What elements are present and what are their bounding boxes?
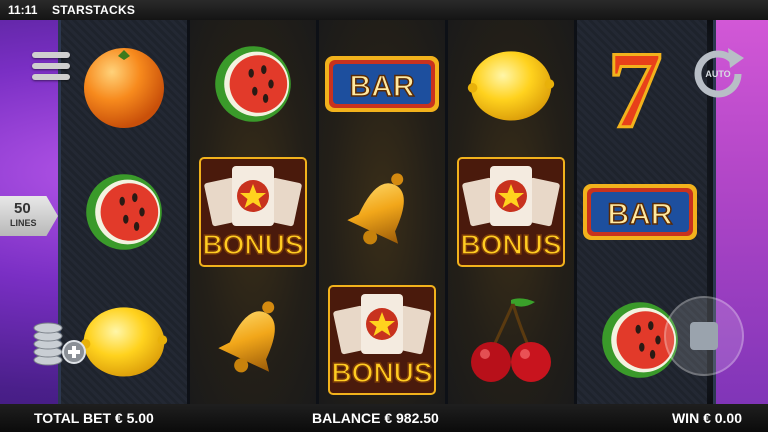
cherry-icon [471, 298, 551, 382]
symbol-watermelon [61, 148, 187, 276]
win-amount: WIN € 0.00 [671, 410, 742, 426]
bet-coins-button[interactable] [28, 322, 88, 370]
autoplay-icon: AUTO [694, 48, 744, 98]
symbol-watermelon [190, 20, 316, 148]
orange-icon [84, 48, 164, 128]
autoplay-label: AUTO [705, 69, 730, 79]
bar-text: BAR [350, 70, 415, 103]
symbol-orange [61, 20, 187, 148]
menu-icon [32, 52, 70, 58]
bar-icon: BAR [325, 56, 439, 112]
symbol-bar: BAR [577, 148, 703, 276]
stop-icon [690, 322, 718, 350]
total-bet: TOTAL BET € 5.00 [34, 410, 154, 426]
reel-3: BAR BONUS [319, 20, 448, 404]
spin-button[interactable] [664, 296, 744, 376]
seven-text: 7 [608, 29, 663, 139]
reel-2: BONUS [190, 20, 319, 404]
symbol-lemon [448, 20, 574, 148]
symbol-bonus: BONUS [448, 148, 574, 276]
symbol-cherry [448, 276, 574, 404]
bonus-cards-icon: BONUS [457, 157, 565, 267]
menu-button[interactable] [32, 52, 70, 86]
bonus-cards-icon: BONUS [328, 285, 436, 395]
watermelon-icon [86, 174, 162, 250]
reel-4: BONUS [448, 20, 577, 404]
bonus-text: BONUS [460, 229, 561, 260]
symbol-bell [190, 276, 316, 404]
bonus-text: BONUS [331, 357, 432, 388]
lemon-icon [467, 51, 555, 121]
bell-icon [347, 173, 404, 245]
reels-frame: BONUS BAR BONUS BONUS 7 BAR [58, 20, 716, 404]
symbol-bell [319, 148, 445, 276]
bonus-text: BONUS [202, 229, 303, 260]
lines-value: 50 [14, 200, 31, 217]
lines-indicator[interactable]: 50 LINES [0, 196, 58, 236]
footer-bar: TOTAL BET € 5.00 BALANCE € 982.50 WIN € … [0, 404, 768, 432]
clock: 11:11 [8, 3, 38, 17]
lines-label: LINES [10, 218, 37, 228]
lemon-icon [80, 307, 168, 377]
bar-text: BAR [608, 198, 673, 231]
bell-icon [218, 301, 275, 373]
bar-icon: BAR [583, 184, 697, 240]
watermelon-icon [215, 46, 291, 122]
symbol-bar: BAR [319, 20, 445, 148]
game-title: STARSTACKS [52, 3, 136, 17]
seven-icon: 7 [606, 29, 664, 139]
symbol-bonus: BONUS [319, 276, 445, 404]
symbol-seven: 7 [577, 20, 703, 148]
autoplay-button[interactable]: AUTO [690, 44, 746, 100]
status-bar: 11:11 STARSTACKS [0, 0, 768, 20]
symbol-bonus: BONUS [190, 148, 316, 276]
coins-plus-icon [33, 322, 86, 366]
bonus-cards-icon: BONUS [199, 157, 307, 267]
balance: BALANCE € 982.50 [312, 410, 439, 426]
